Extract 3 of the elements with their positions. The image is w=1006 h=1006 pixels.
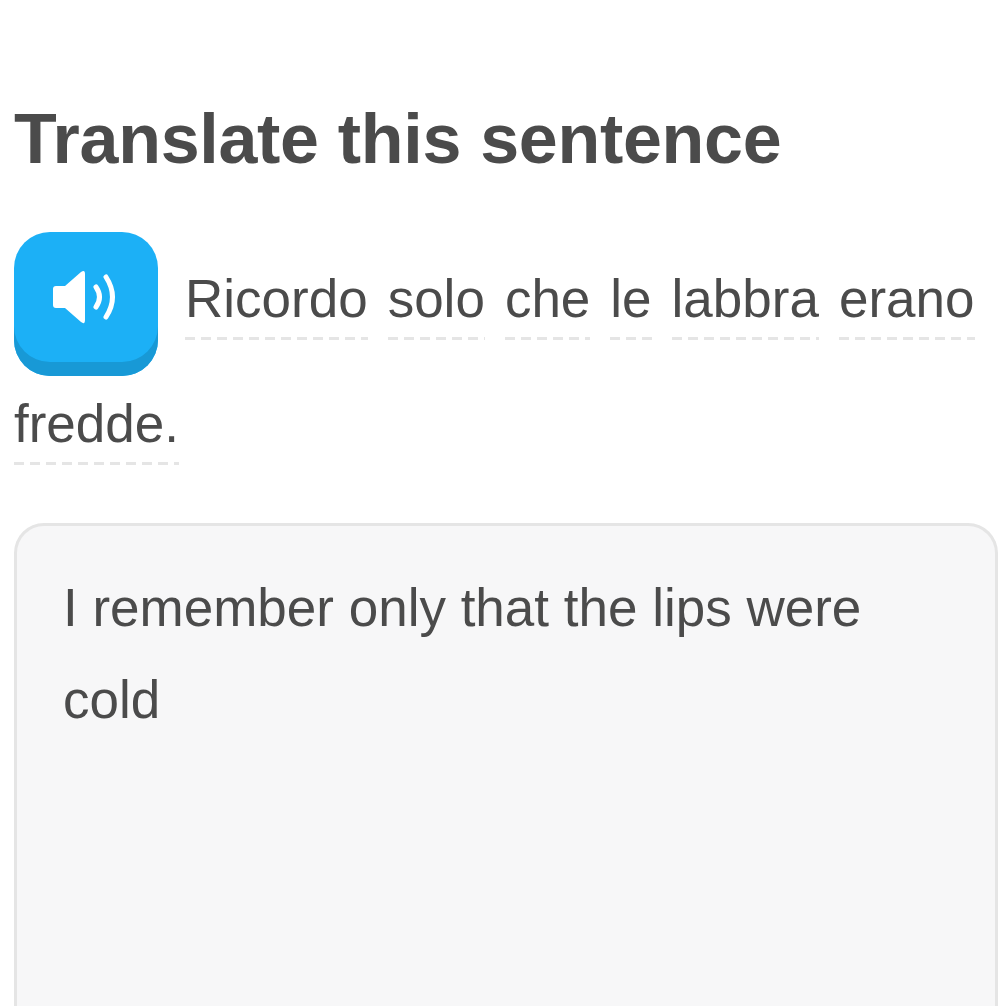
speaker-button[interactable] [14,231,158,376]
answer-field[interactable]: I remember only that the lips were cold [14,523,998,1006]
task-title: Translate this sentence [14,99,782,180]
